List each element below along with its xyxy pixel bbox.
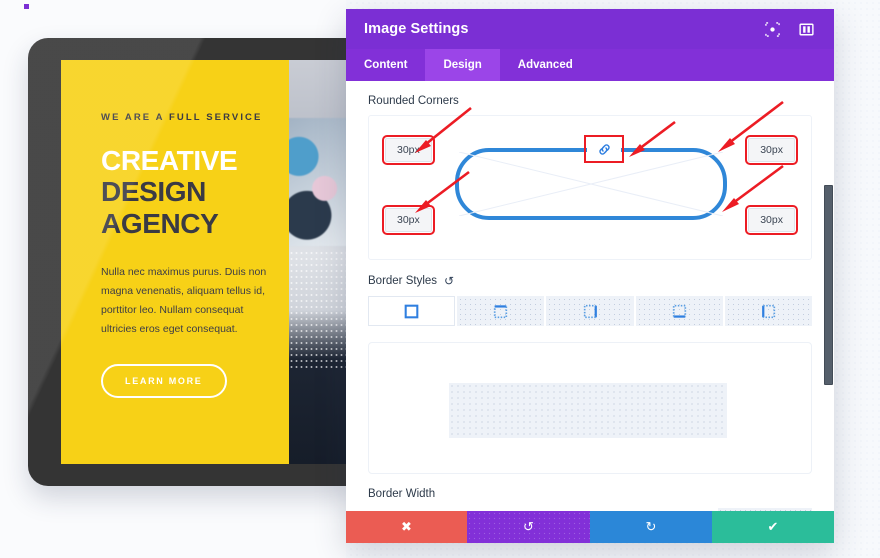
border-style-bottom[interactable] — [635, 296, 723, 326]
corner-value-bottom-right[interactable]: 30px — [745, 205, 798, 235]
border-preview-panel — [368, 342, 812, 474]
corner-value-top-right[interactable]: 30px — [745, 135, 798, 165]
corner-value-bottom-left[interactable]: 30px — [382, 205, 435, 235]
modal-header: Image Settings — [346, 9, 834, 49]
corner-value-top-left[interactable]: 30px — [382, 135, 435, 165]
image-settings-modal: Image Settings Content Design Advanced R… — [346, 9, 834, 543]
hero-eyebrow: WE ARE A FULL SERVICE — [101, 112, 263, 123]
hero-headline-3: AGENCY — [101, 207, 219, 239]
modal-scrollbar-track[interactable] — [823, 81, 834, 511]
tab-design[interactable]: Design — [425, 49, 500, 81]
border-style-all[interactable] — [368, 296, 456, 326]
border-width-control: 0px — [368, 508, 812, 511]
undo-button[interactable]: ↺ — [467, 511, 590, 543]
border-right-icon — [583, 304, 597, 318]
border-width-value-input[interactable]: 0px — [718, 508, 812, 511]
border-left-icon — [762, 304, 776, 318]
hero-headline-2: DESIGN — [101, 176, 206, 208]
tablet-mockup: WE ARE A FULL SERVICE CREATIVE DESIGN AG… — [28, 38, 358, 486]
border-styles-label-row: Border Styles ↺ — [368, 274, 812, 288]
layout-columns-icon[interactable] — [796, 19, 816, 39]
link-icon[interactable] — [584, 135, 624, 163]
border-styles-label: Border Styles — [368, 275, 438, 287]
border-style-left[interactable] — [724, 296, 813, 326]
border-bottom-icon — [672, 304, 686, 318]
modal-title: Image Settings — [364, 21, 469, 37]
rounded-corners-label: Rounded Corners — [368, 95, 459, 107]
tablet-screen: WE ARE A FULL SERVICE CREATIVE DESIGN AG… — [61, 60, 358, 464]
modal-footer: ✖ ↺ ↻ ✔ — [346, 511, 834, 543]
border-width-label: Border Width — [368, 488, 436, 500]
hero-body-text: Nulla nec maximus purus. Duis non magna … — [101, 266, 267, 336]
modal-tab-bar: Content Design Advanced — [346, 49, 834, 81]
border-top-icon — [494, 304, 508, 318]
hero-panel: WE ARE A FULL SERVICE CREATIVE DESIGN AG… — [61, 60, 289, 464]
save-button[interactable]: ✔ — [712, 511, 834, 543]
modal-scrollbar-thumb[interactable] — [824, 185, 833, 385]
modal-body: Rounded Corners 30px 30px 30px 30px Bord… — [346, 81, 834, 511]
border-style-top[interactable] — [457, 296, 545, 326]
hero-headline-1: CREATIVE — [101, 145, 238, 176]
cancel-button[interactable]: ✖ — [346, 511, 467, 543]
tab-content[interactable]: Content — [346, 49, 425, 81]
border-all-icon — [404, 304, 419, 318]
reset-icon[interactable]: ↺ — [444, 274, 454, 288]
learn-more-button[interactable]: LEARN MORE — [101, 363, 227, 398]
focus-target-icon[interactable] — [762, 19, 782, 39]
border-styles-options — [368, 296, 813, 326]
border-preview-element — [449, 383, 727, 438]
redo-button[interactable]: ↻ — [590, 511, 712, 543]
tab-advanced[interactable]: Advanced — [500, 49, 591, 81]
rounded-corners-panel: 30px 30px 30px 30px — [368, 100, 812, 260]
border-style-right[interactable] — [546, 296, 634, 326]
corner-diagonals-icon — [459, 152, 723, 216]
corner-marker — [24, 4, 29, 9]
